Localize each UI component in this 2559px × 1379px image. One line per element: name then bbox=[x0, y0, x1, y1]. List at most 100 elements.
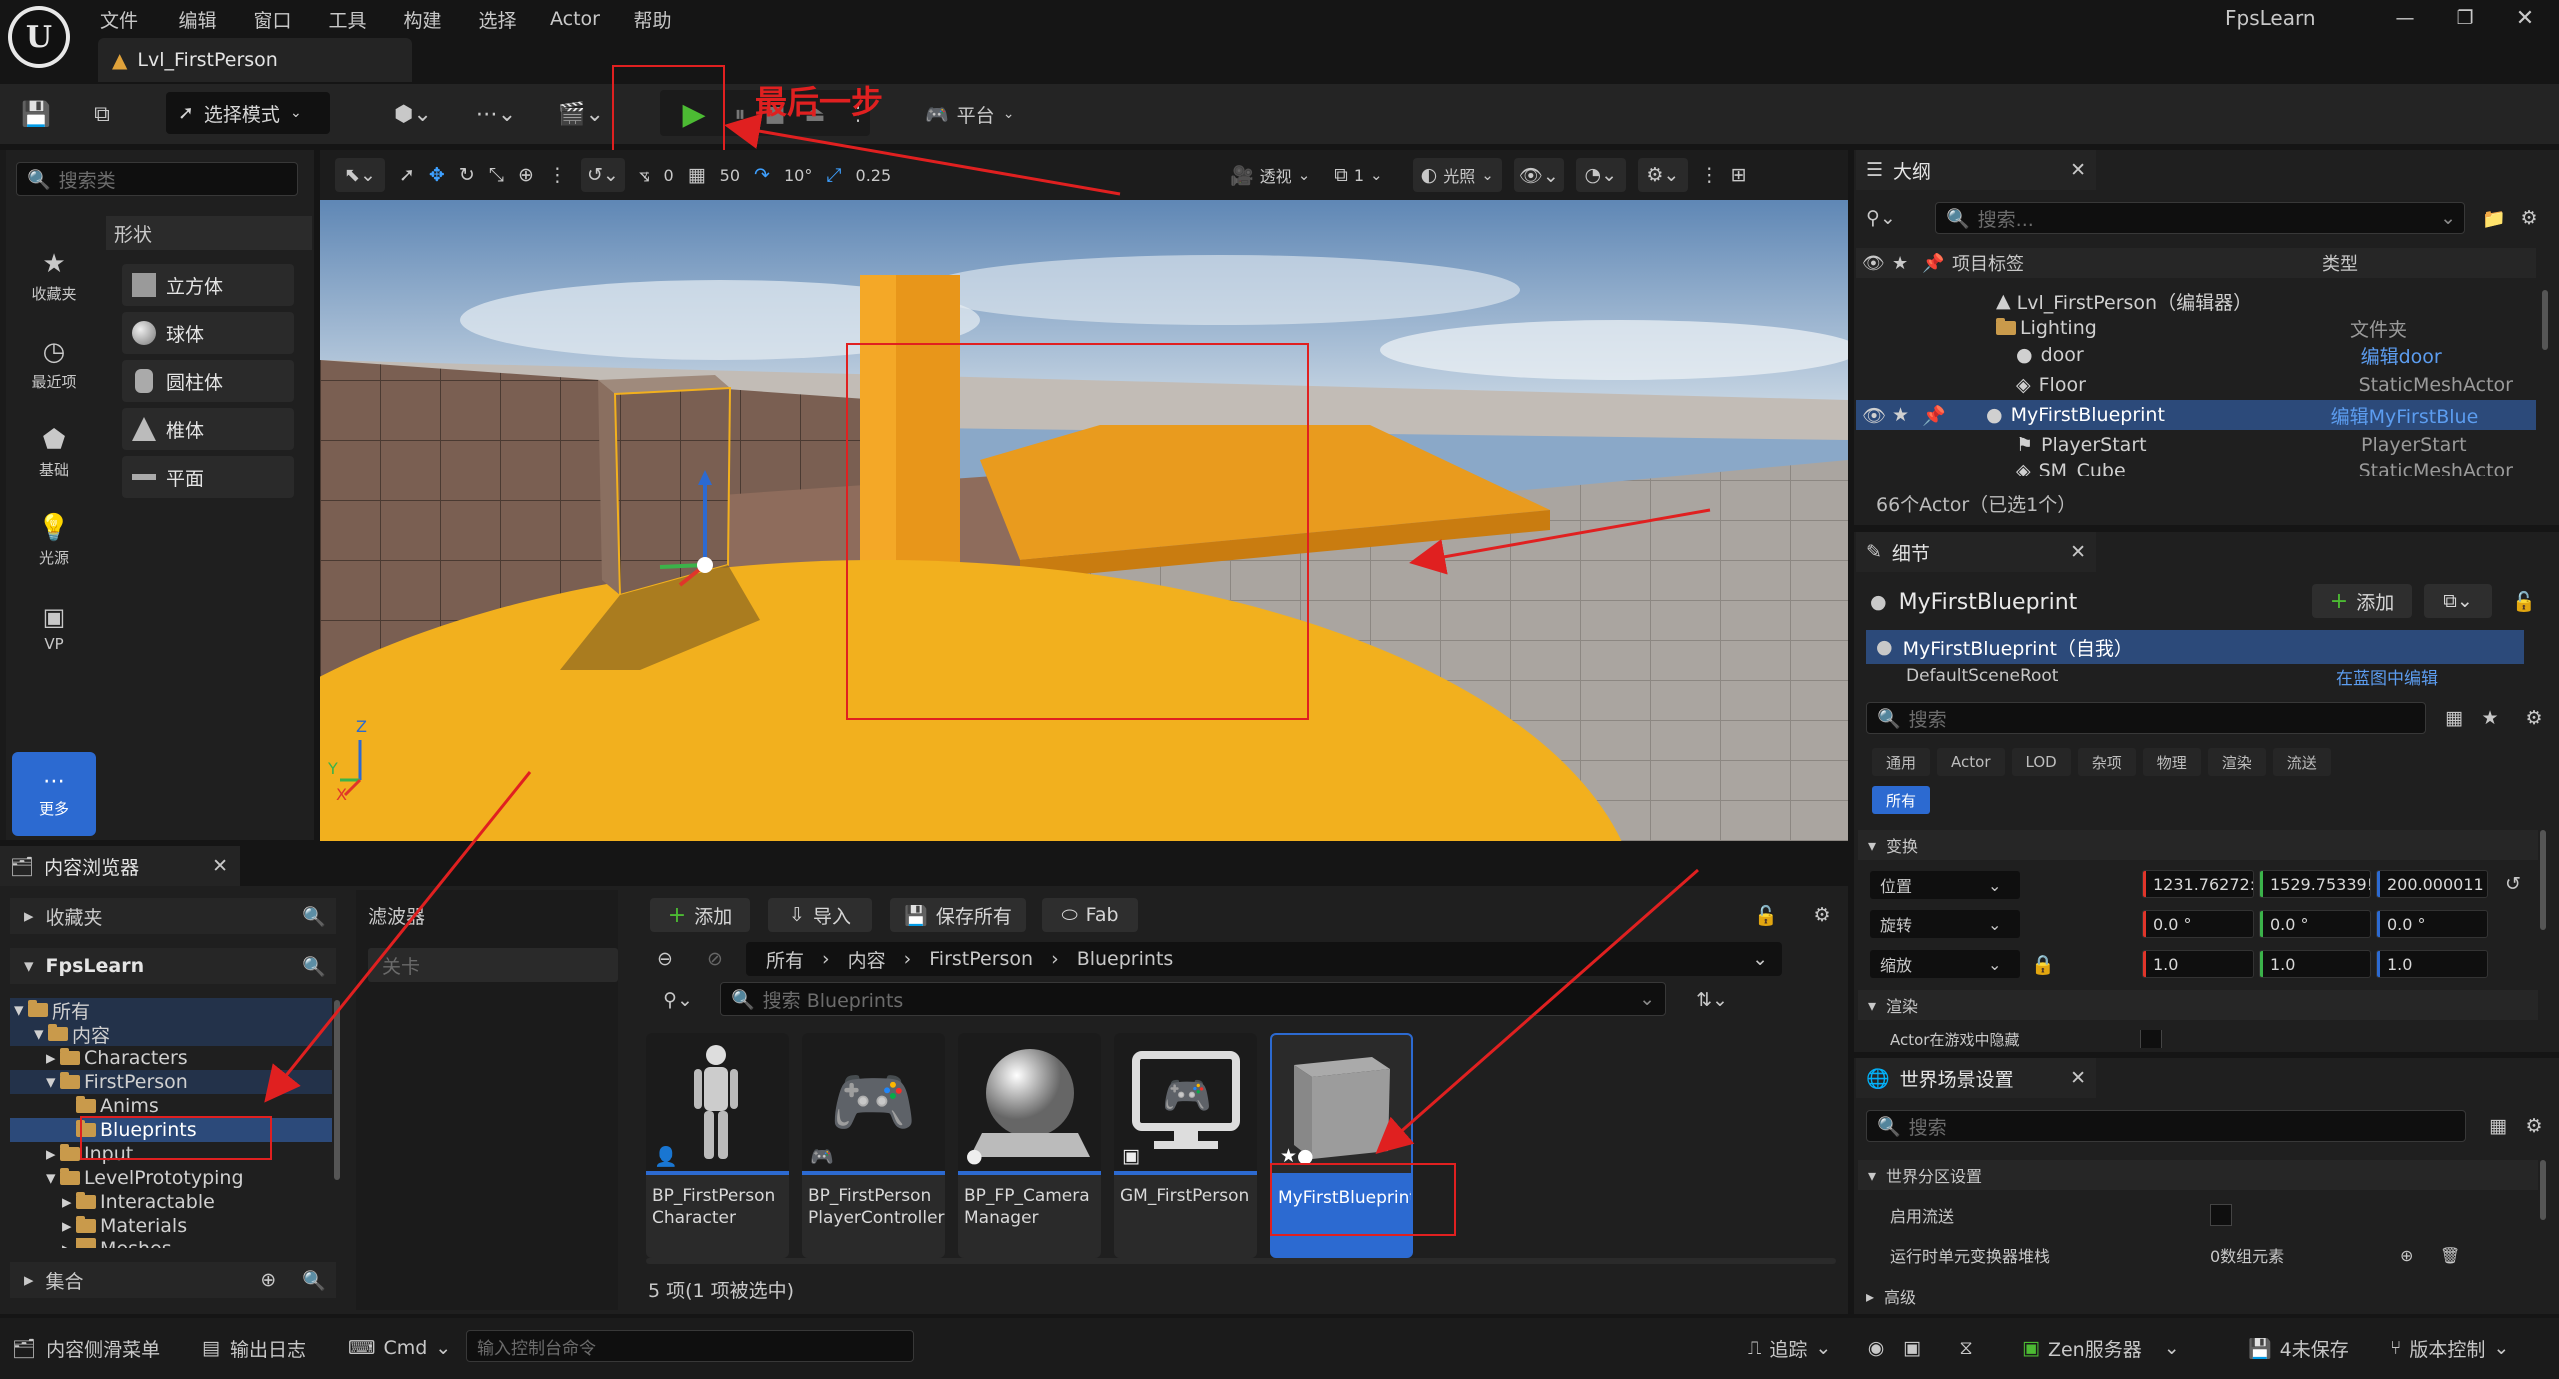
search-icon[interactable]: 🔍 bbox=[302, 1269, 326, 1292]
menu-help[interactable]: 帮助 bbox=[615, 6, 690, 33]
outliner-row-lighting[interactable]: Lighting 文件夹 bbox=[1856, 316, 2536, 341]
world-partition-section[interactable]: ▾ 世界分区设置 bbox=[1858, 1160, 2538, 1190]
filter-icon[interactable]: ⚲⌄ bbox=[1866, 207, 1896, 229]
enable-streaming-checkbox[interactable] bbox=[2210, 1204, 2232, 1226]
category-more[interactable]: ⋯ 更多 bbox=[12, 752, 96, 836]
menu-actor[interactable]: Actor bbox=[535, 8, 615, 30]
shape-item-cylinder[interactable]: 圆柱体 bbox=[122, 360, 294, 402]
tree-item-characters[interactable]: ▸ Characters bbox=[10, 1046, 332, 1070]
add-element-icon[interactable]: ⊕ bbox=[2400, 1246, 2440, 1265]
details-component-row[interactable]: DefaultSceneRoot 在蓝图中编辑 bbox=[1866, 666, 2524, 686]
breadcrumb-content[interactable]: 内容 bbox=[848, 946, 886, 973]
breadcrumb-blueprints[interactable]: Blueprints bbox=[1077, 948, 1174, 970]
scale-snap-icon[interactable]: ⤢ bbox=[826, 164, 841, 186]
world-settings-tab[interactable]: 🌐 世界场景设置 ✕ bbox=[1856, 1058, 2096, 1098]
world-settings-gear-icon[interactable]: ⚙ bbox=[2520, 1112, 2548, 1140]
scale-dropdown[interactable]: 缩放 ⌄ bbox=[1870, 950, 2020, 978]
perspective-dropdown[interactable]: 🎥 透视 ⌄ bbox=[1230, 163, 1310, 187]
breadcrumb-firstperson[interactable]: FirstPerson bbox=[929, 948, 1033, 970]
camera-speed-dropdown[interactable]: ⧉ 1 ⌄ bbox=[1334, 164, 1382, 186]
outliner-scrollbar[interactable] bbox=[2542, 290, 2548, 350]
tab-physics[interactable]: 物理 bbox=[2142, 748, 2201, 776]
rotate-tool-icon[interactable]: ↻ bbox=[459, 164, 475, 186]
console-input[interactable]: 输入控制台命令 bbox=[466, 1330, 914, 1362]
trace-dropdown[interactable]: ⎍ 追踪 ⌄ bbox=[1748, 1328, 1831, 1368]
world-space-icon[interactable]: ⊕ bbox=[518, 164, 534, 186]
blueprint-menu-icon[interactable]: ⋯⌄ bbox=[468, 98, 524, 130]
filter-icon[interactable]: ⚲⌄ bbox=[650, 984, 706, 1016]
favorite-icon[interactable]: ★ bbox=[1892, 404, 1922, 426]
scale-tool-icon[interactable]: ⤡ bbox=[489, 164, 504, 186]
viewport-settings-icon[interactable]: ⚙⌄ bbox=[1637, 158, 1688, 192]
angle-snap-icon[interactable]: ⦪ bbox=[639, 164, 650, 186]
viewport-scene[interactable]: Z Y X bbox=[320, 200, 1848, 841]
add-collection-icon[interactable]: ⊕ bbox=[260, 1269, 276, 1291]
outliner-row-playerstart[interactable]: ⚑ PlayerStart PlayerStart bbox=[1856, 430, 2536, 460]
content-browser-tab[interactable]: 🗂 内容浏览器 ✕ bbox=[0, 846, 240, 886]
breadcrumb-all[interactable]: 所有 bbox=[766, 946, 804, 973]
outliner-row-myfirstblueprint[interactable]: 👁 ★ 📌 ● MyFirstBlueprint 编辑MyFirstBlue bbox=[1856, 400, 2536, 430]
table-view-icon[interactable]: ▦ bbox=[2484, 1112, 2512, 1140]
menu-window[interactable]: 窗口 bbox=[235, 6, 310, 33]
rotate-snap-icon[interactable]: ↷ bbox=[754, 164, 770, 186]
restore-icon[interactable]: ❐ bbox=[2435, 0, 2495, 36]
close-icon[interactable]: ✕ bbox=[212, 855, 228, 877]
outliner-row-type[interactable]: 编辑door bbox=[2361, 342, 2442, 369]
reset-location-icon[interactable]: ↺ bbox=[2500, 870, 2526, 898]
grid-snap-value[interactable]: 50 bbox=[720, 166, 740, 185]
tree-item-levelprototyping[interactable]: ▾ LevelPrototyping bbox=[10, 1166, 332, 1190]
output-log-button[interactable]: ▤ 输出日志 bbox=[202, 1328, 306, 1368]
category-basic[interactable]: ⬟ 基础 bbox=[6, 408, 102, 496]
outliner-row-type[interactable]: 编辑MyFirstBlue bbox=[2331, 402, 2479, 429]
level-tab[interactable]: ▲ Lvl_FirstPerson bbox=[98, 38, 412, 82]
tab-actor[interactable]: Actor bbox=[1937, 748, 2005, 776]
close-icon[interactable]: ✕ bbox=[2070, 541, 2086, 563]
surface-snap-icon[interactable]: ↺⌄ bbox=[580, 158, 625, 192]
world-settings-search-input[interactable]: 🔍 搜索 bbox=[1866, 1110, 2466, 1142]
search-icon[interactable]: 🔍 bbox=[302, 905, 326, 928]
blueprint-options-icon[interactable]: ⧉⌄ bbox=[2424, 584, 2492, 618]
cb-fab-button[interactable]: ⬭ Fab bbox=[1042, 898, 1138, 932]
record-icon[interactable]: ◉ bbox=[1862, 1332, 1890, 1364]
category-vp[interactable]: ▣ VP bbox=[6, 584, 102, 672]
outliner-search-input[interactable]: 🔍 搜索... ⌄ bbox=[1935, 202, 2465, 234]
forward-icon[interactable]: ⊘ bbox=[700, 944, 730, 974]
favorites-header[interactable]: ▸ 收藏夹 🔍 bbox=[10, 898, 336, 934]
table-view-icon[interactable]: ▦ bbox=[2440, 704, 2468, 732]
asset-gm-firstperson[interactable]: 🎮 ▣ GM_FirstPerson bbox=[1114, 1033, 1257, 1258]
add-actor-icon[interactable]: ⬢⌄ bbox=[385, 98, 441, 130]
asset-myfirstblueprint[interactable]: ★● MyFirstBlueprint bbox=[1270, 1033, 1413, 1258]
category-recent[interactable]: ◷ 最近项 bbox=[6, 320, 102, 408]
source-control-dropdown[interactable]: ⑂ 版本控制 ⌄ bbox=[2390, 1328, 2509, 1368]
advanced-section[interactable]: ▸ 高级 bbox=[1866, 1282, 1916, 1310]
lock-icon[interactable]: 🔓 bbox=[2510, 586, 2538, 616]
unsaved-button[interactable]: 💾 4未保存 bbox=[2248, 1328, 2349, 1368]
visibility-icon[interactable]: 👁 bbox=[1862, 404, 1892, 427]
menu-tools[interactable]: 工具 bbox=[310, 6, 385, 33]
hidden-in-game-checkbox[interactable] bbox=[2140, 1030, 2162, 1048]
cinematics-icon[interactable]: 🎬⌄ bbox=[553, 98, 609, 130]
select-mode-dropdown[interactable]: ➚ 选择模式 ⌄ bbox=[166, 92, 330, 134]
angle-snap-value[interactable]: 0 bbox=[664, 166, 674, 185]
rotation-y-field[interactable]: 0.0 ° bbox=[2259, 910, 2371, 938]
tree-scrollbar[interactable] bbox=[334, 1000, 340, 1180]
details-add-button[interactable]: + 添加 bbox=[2312, 584, 2412, 618]
viewport-more-icon[interactable]: ⋮ bbox=[548, 164, 567, 186]
scale-snap-value[interactable]: 0.25 bbox=[856, 166, 892, 185]
scale-x-field[interactable]: 1.0 bbox=[2142, 950, 2254, 978]
class-search-input[interactable]: 🔍 搜索类 bbox=[16, 162, 298, 196]
tree-item-meshes[interactable]: ▸ Meshes bbox=[10, 1238, 332, 1248]
render-section-header[interactable]: ▾ 渲染 bbox=[1858, 990, 2538, 1020]
rotation-dropdown[interactable]: 旋转 ⌄ bbox=[1870, 910, 2020, 938]
cb-add-button[interactable]: + 添加 bbox=[650, 898, 750, 932]
tree-item-anims[interactable]: Anims bbox=[10, 1094, 332, 1118]
chevron-down-icon[interactable]: ⌄ bbox=[1752, 948, 1768, 970]
asset-area-scrollbar[interactable] bbox=[646, 1258, 1836, 1264]
collections-header[interactable]: ▸ 集合 ⊕ 🔍 bbox=[10, 1262, 336, 1298]
location-x-field[interactable]: 1231.76272: bbox=[2142, 870, 2254, 898]
outliner-row-level[interactable]: ▲ Lvl_FirstPerson（编辑器） bbox=[1856, 286, 2536, 316]
show-flags-icon[interactable]: 👁⌄ bbox=[1513, 158, 1564, 192]
world-settings-scrollbar[interactable] bbox=[2540, 1160, 2546, 1220]
scale-lock-icon[interactable]: 🔒 bbox=[2030, 950, 2056, 978]
outliner-tab[interactable]: ☰ 大纲 ✕ bbox=[1856, 150, 2096, 190]
